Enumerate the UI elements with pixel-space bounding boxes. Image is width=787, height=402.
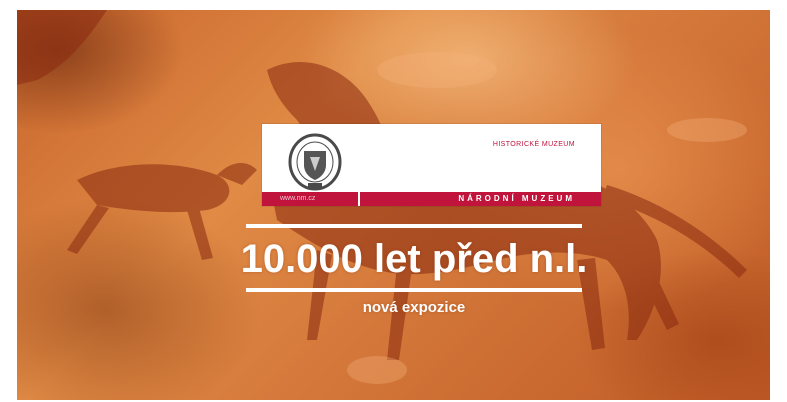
exhibition-title: 10.000 let před n.l. — [240, 237, 588, 281]
institution-name: NÁRODNÍ MUZEUM — [458, 194, 575, 203]
title-rule-top — [246, 224, 582, 228]
website-link[interactable]: www.nm.cz — [280, 195, 315, 202]
national-museum-logo[interactable]: HISTORICKÉ MUZEUM www.nm.cz NÁRODNÍ MUZE… — [262, 124, 601, 206]
exhibition-subtitle: nová expozice — [362, 299, 466, 316]
logo-red-bar: www.nm.cz NÁRODNÍ MUZEUM — [262, 192, 601, 206]
title-rule-bottom — [246, 288, 582, 292]
logo-separator — [358, 192, 360, 206]
exhibition-banner[interactable]: HISTORICKÉ MUZEUM www.nm.cz NÁRODNÍ MUZE… — [17, 10, 770, 400]
museum-seal-icon — [288, 133, 342, 191]
department-label: HISTORICKÉ MUZEUM — [492, 141, 575, 148]
